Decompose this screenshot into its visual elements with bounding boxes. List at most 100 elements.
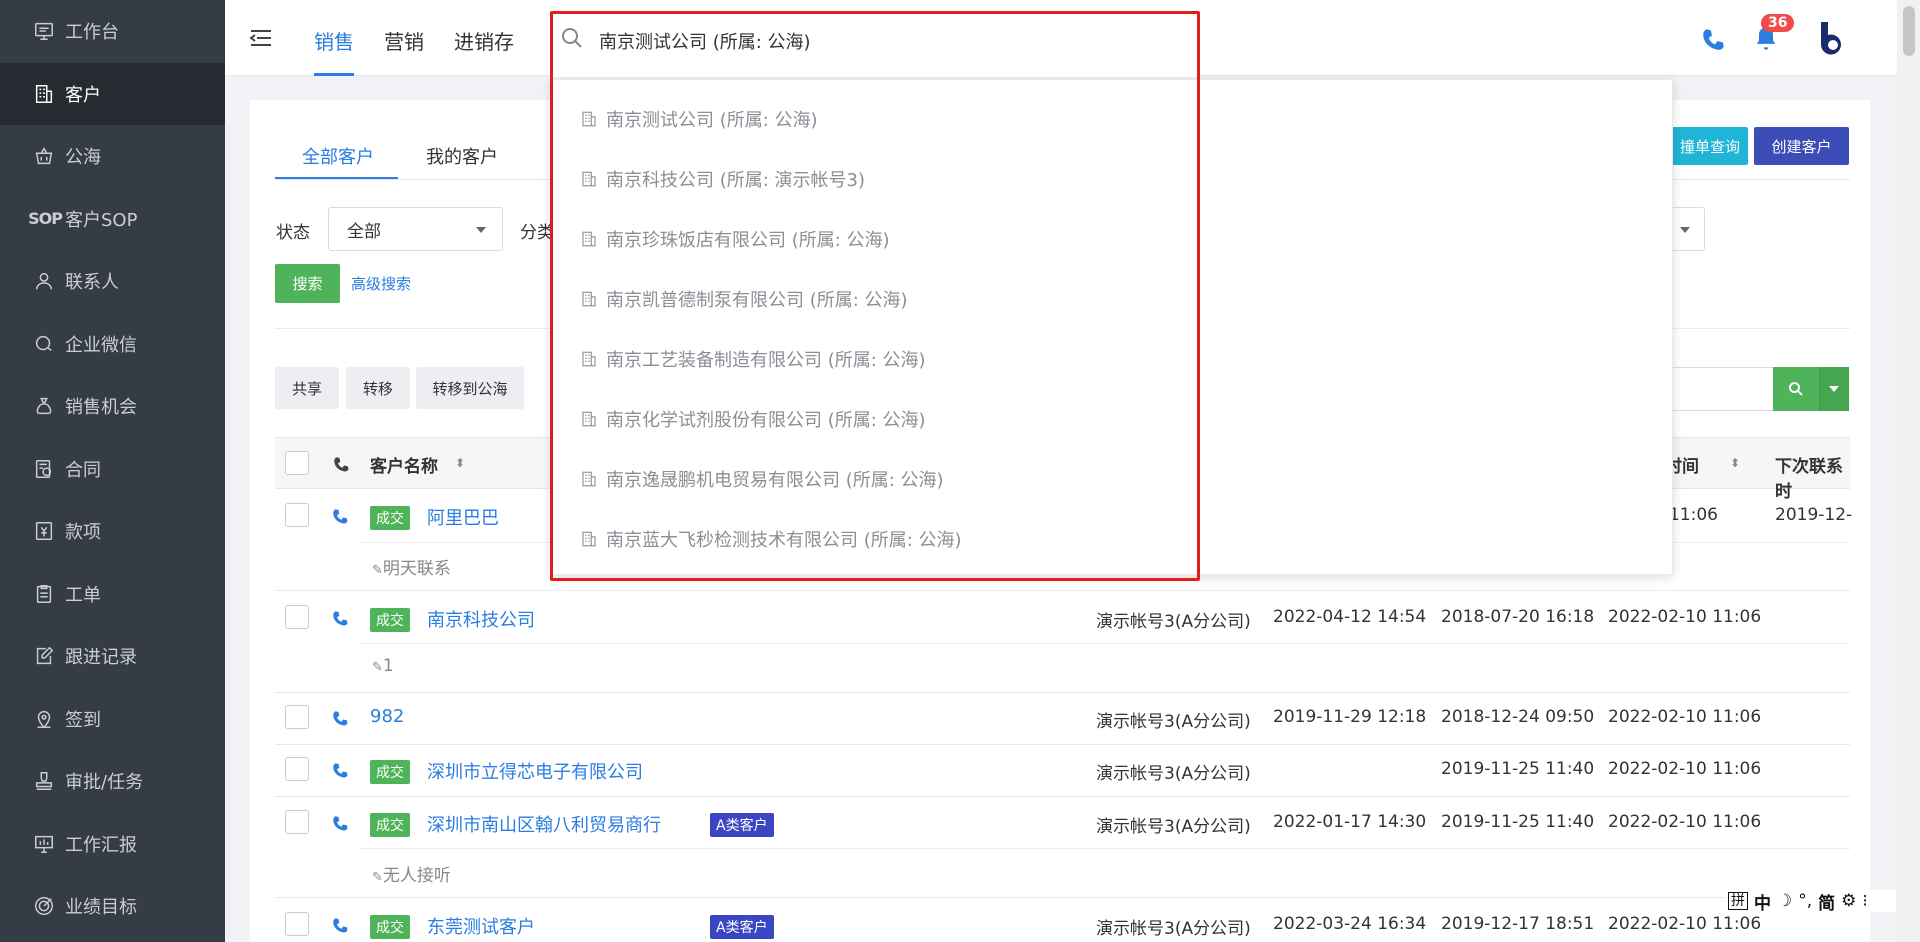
ime-pinyin-icon[interactable]: 拼 <box>1728 892 1748 910</box>
ime-more-icon[interactable]: ⁝ <box>1862 891 1867 911</box>
follow-up-note: ✎1 <box>372 656 394 676</box>
ime-moon-icon[interactable]: ☽ <box>1777 891 1792 911</box>
advanced-search-link[interactable]: 高级搜索 <box>351 273 411 294</box>
sidebar-item-label: 工作汇报 <box>65 834 137 856</box>
chat-icon <box>33 333 55 355</box>
sidebar-item-approvals[interactable]: 审批/任务 <box>0 750 225 813</box>
customer-name-link[interactable]: 南京科技公司 <box>427 606 535 632</box>
row-divider <box>360 848 1850 849</box>
sidebar-item-customers[interactable]: 客户 <box>0 62 225 125</box>
note-icon: ✎ <box>372 563 383 578</box>
select-all-checkbox[interactable] <box>285 451 309 475</box>
sidebar-item-opportunities[interactable]: 销售机会 <box>0 375 225 438</box>
row-checkbox[interactable] <box>285 503 309 527</box>
sidebar-item-wecom[interactable]: 企业微信 <box>0 313 225 376</box>
created-time: 2022-01-17 14:30 <box>1273 812 1427 832</box>
sidebar-item-label: 工作台 <box>65 22 119 44</box>
customer-class-badge: A类客户 <box>710 813 774 837</box>
owner: 演示帐号3(A分公司) <box>1096 764 1251 784</box>
deal-status-badge: 成交 <box>370 506 410 530</box>
create-customer-button[interactable]: 创建客户 <box>1754 127 1849 165</box>
payment-icon <box>33 520 55 542</box>
last-contact-time: 2022-02-10 11:06 <box>1608 812 1762 832</box>
sidebar-item-label: 公海 <box>65 147 101 169</box>
ime-punctuation-icon[interactable]: °, <box>1798 891 1812 911</box>
row-checkbox[interactable] <box>285 605 309 629</box>
ime-toolbar: 拼 中 ☽ °, 简 ⚙ ⁝ <box>1726 889 1896 914</box>
sidebar-item-contracts[interactable]: 合同 <box>0 438 225 501</box>
note-icon: ✎ <box>372 870 383 885</box>
sidebar-item-work-orders[interactable]: 工单 <box>0 563 225 626</box>
owner: 演示帐号3(A分公司) <box>1096 712 1251 732</box>
basket-icon <box>33 145 55 167</box>
phone-icon[interactable] <box>331 507 349 525</box>
transfer-button[interactable]: 转移 <box>346 367 410 409</box>
sidebar-item-follow-ups[interactable]: 跟进记录 <box>0 625 225 688</box>
tab-my-customers[interactable]: 我的客户 <box>426 143 498 169</box>
phone-icon[interactable] <box>331 916 349 934</box>
row-checkbox[interactable] <box>285 912 309 936</box>
phone-icon[interactable] <box>1700 26 1726 52</box>
customer-name-link[interactable]: 982 <box>370 706 404 727</box>
presentation-icon <box>33 833 55 855</box>
deal-status-badge: 成交 <box>370 608 410 632</box>
customer-name-link[interactable]: 阿里巴巴 <box>427 504 499 530</box>
sort-icon[interactable]: ⬍ <box>1730 456 1740 470</box>
column-header-name[interactable]: 客户名称 <box>370 452 438 477</box>
page-scrollbar[interactable] <box>1897 0 1920 942</box>
last-contact-time: 2022-02-10 11:06 <box>1608 607 1762 627</box>
chevron-down-icon <box>1680 227 1690 233</box>
target-icon <box>33 895 55 917</box>
sidebar: 工作台 客户 公海 SOP 客户SOP 联系人 企业微信 销售机会 合同 款项 … <box>0 0 225 942</box>
menu-collapse-icon[interactable] <box>247 24 275 52</box>
created-time: 2022-04-12 14:54 <box>1273 607 1427 627</box>
tab-marketing[interactable]: 营销 <box>384 26 424 55</box>
share-button[interactable]: 共享 <box>275 367 339 409</box>
move-to-pool-button[interactable]: 转移到公海 <box>416 367 524 409</box>
customer-name-link[interactable]: 东莞测试客户 <box>427 913 535 939</box>
chevron-down-icon <box>476 227 486 233</box>
row-checkbox[interactable] <box>285 705 309 729</box>
notification-count-badge: 36 <box>1761 14 1795 32</box>
ime-settings-icon[interactable]: ⚙ <box>1841 891 1856 911</box>
sidebar-item-label: 业绩目标 <box>65 897 137 919</box>
column-header-next-contact[interactable]: 下次联系时 <box>1775 452 1850 502</box>
row-checkbox[interactable] <box>285 810 309 834</box>
sidebar-item-targets[interactable]: 业绩目标 <box>0 875 225 938</box>
scrollbar-thumb[interactable] <box>1903 6 1915 56</box>
phone-icon[interactable] <box>331 761 349 779</box>
edit-icon <box>33 645 55 667</box>
sort-icon[interactable]: ⬍ <box>455 456 465 470</box>
search-button[interactable]: 搜索 <box>275 264 340 303</box>
sidebar-item-public-pool[interactable]: 公海 <box>0 125 225 188</box>
tab-sales[interactable]: 销售 <box>314 26 354 55</box>
phone-icon[interactable] <box>331 814 349 832</box>
moneybag-icon <box>33 395 55 417</box>
sidebar-item-check-in[interactable]: 签到 <box>0 688 225 751</box>
sidebar-item-customer-sop[interactable]: SOP 客户SOP <box>0 188 225 251</box>
sidebar-item-payments[interactable]: 款项 <box>0 500 225 563</box>
search-highlight-frame <box>550 11 1200 581</box>
table-search-button[interactable] <box>1773 367 1819 411</box>
update-time: 2018-07-20 16:18 <box>1441 607 1595 627</box>
status-select[interactable]: 全部 <box>328 207 503 251</box>
phone-icon[interactable] <box>331 709 349 727</box>
phone-icon[interactable] <box>331 609 349 627</box>
update-time: 2018-12-24 09:50 <box>1441 707 1595 727</box>
created-time: 2022-03-24 16:34 <box>1273 914 1427 934</box>
sidebar-item-reports[interactable]: 工作汇报 <box>0 813 225 876</box>
ime-chinese-mode[interactable]: 中 <box>1754 889 1771 914</box>
row-checkbox[interactable] <box>285 757 309 781</box>
ime-simplified-mode[interactable]: 简 <box>1818 889 1835 914</box>
sidebar-item-label: 跟进记录 <box>65 647 137 669</box>
table-search-options-button[interactable] <box>1819 367 1849 411</box>
stamp-icon <box>33 770 55 792</box>
sidebar-item-workbench[interactable]: 工作台 <box>0 0 225 63</box>
customer-name-link[interactable]: 深圳市立得芯电子有限公司 <box>427 758 643 784</box>
sop-icon: SOP <box>28 209 63 229</box>
tab-inventory[interactable]: 进销存 <box>454 26 514 55</box>
customer-name-link[interactable]: 深圳市南山区翰八利贸易商行 <box>427 811 661 837</box>
sidebar-item-contacts[interactable]: 联系人 <box>0 250 225 313</box>
tab-all-customers[interactable]: 全部客户 <box>302 143 374 169</box>
chevron-down-icon <box>1829 386 1839 392</box>
